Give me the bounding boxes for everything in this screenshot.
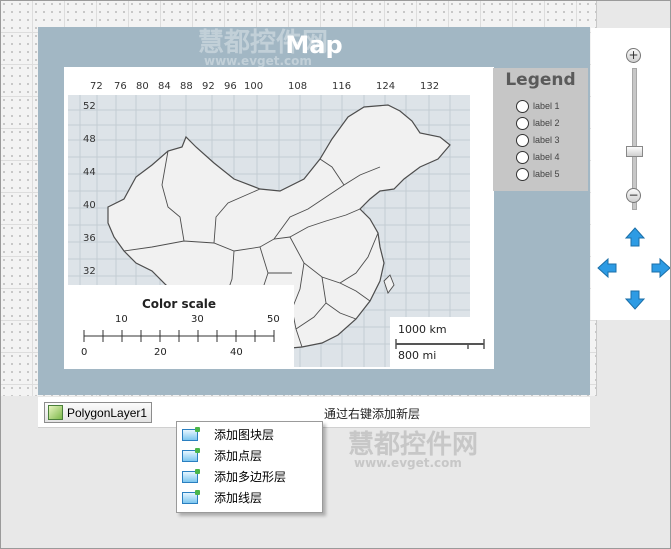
x-tick: 132: [420, 81, 440, 92]
add-layer-icon: [182, 447, 200, 462]
color-scale-tick: 30: [191, 314, 204, 325]
x-tick: 108: [288, 81, 308, 92]
menu-item-add-line-layer[interactable]: 添加线层: [177, 487, 322, 508]
y-tick: 36: [83, 233, 96, 244]
map-control[interactable]: Map 72 76 80 84 88 92 96 100 108 116 124…: [38, 27, 590, 395]
navigation-panel[interactable]: + −: [591, 28, 671, 320]
color-scale-tick: 40: [230, 347, 243, 358]
legend-item-label: label 5: [533, 169, 560, 179]
zoom-in-button[interactable]: +: [626, 48, 641, 63]
legend-item[interactable]: label 5: [516, 166, 560, 182]
y-tick: 44: [83, 167, 96, 178]
add-layer-icon: [182, 489, 200, 504]
add-layer-icon: [182, 426, 200, 441]
legend-item-label: label 1: [533, 101, 560, 111]
add-layer-icon: [182, 468, 200, 483]
x-tick: 84: [158, 81, 171, 92]
legend-item[interactable]: label 1: [516, 98, 560, 114]
zoom-out-button[interactable]: −: [626, 188, 641, 203]
pan-right-icon[interactable]: [650, 257, 671, 279]
color-scale-tick: 10: [115, 314, 128, 325]
menu-item-label: 添加多边形层: [214, 470, 287, 484]
layer-hint-text: 通过右键添加新层: [324, 407, 421, 421]
color-scale-tick: 50: [267, 314, 280, 325]
scale-bar-panel[interactable]: 1000 km 800 mi: [390, 317, 494, 369]
scale-bar-mi-label: 800 mi: [398, 349, 437, 362]
x-tick: 116: [332, 81, 352, 92]
color-scale-tick: 20: [154, 347, 167, 358]
menu-item-add-tile-layer[interactable]: 添加图块层: [177, 424, 322, 445]
y-tick: 52: [83, 101, 96, 112]
legend-marker: [516, 99, 529, 113]
legend-item[interactable]: label 4: [516, 149, 560, 165]
color-scale-bar: [83, 330, 275, 342]
menu-item-label: 添加线层: [214, 491, 263, 505]
legend-item[interactable]: label 3: [516, 132, 560, 148]
color-scale-tick: 0: [81, 347, 88, 358]
legend-title: Legend: [505, 70, 576, 90]
layer-tab-label: PolygonLayer1: [67, 405, 148, 420]
watermark-text: www.evget.com: [204, 54, 312, 68]
y-tick: 48: [83, 134, 96, 145]
legend-marker: [516, 133, 529, 147]
watermark-text: www.evget.com: [354, 456, 462, 470]
legend-marker: [516, 150, 529, 164]
layer-tab-polygonlayer1[interactable]: PolygonLayer1: [44, 402, 153, 423]
color-scale-title: Color scale: [141, 297, 217, 311]
y-tick: 32: [83, 266, 96, 277]
y-tick: 40: [83, 200, 96, 211]
color-scale-panel[interactable]: Color scale 10 30 50 0 20 40: [64, 285, 294, 369]
pan-down-icon[interactable]: [624, 289, 646, 311]
x-tick: 124: [376, 81, 396, 92]
legend-item-label: label 4: [533, 152, 560, 162]
legend-panel[interactable]: Legend label 1 label 2 label 3 label 4 l…: [493, 68, 588, 191]
x-tick: 76: [114, 81, 127, 92]
x-tick: 92: [202, 81, 215, 92]
x-tick: 72: [90, 81, 103, 92]
menu-item-label: 添加点层: [214, 449, 263, 463]
menu-item-add-point-layer[interactable]: 添加点层: [177, 445, 322, 466]
x-axis-ticks: 72 76 80 84 88 92 96 100 108 116 124 132: [64, 81, 470, 95]
legend-item-label: label 3: [533, 135, 560, 145]
legend-marker: [516, 116, 529, 130]
zoom-slider-thumb[interactable]: [626, 145, 643, 157]
menu-item-label: 添加图块层: [214, 428, 275, 442]
legend-marker: [516, 167, 529, 181]
scale-bar-km-label: 1000 km: [398, 323, 447, 336]
pan-left-icon[interactable]: [596, 257, 618, 279]
x-tick: 100: [244, 81, 264, 92]
x-tick: 80: [136, 81, 149, 92]
legend-item[interactable]: label 2: [516, 115, 560, 131]
polygon-layer-icon: [48, 405, 63, 420]
context-menu[interactable]: 添加图块层 添加点层 添加多边形层 添加线层: [176, 421, 323, 513]
x-tick: 88: [180, 81, 193, 92]
pan-up-icon[interactable]: [624, 226, 646, 248]
x-tick: 96: [224, 81, 237, 92]
menu-item-add-polygon-layer[interactable]: 添加多边形层: [177, 466, 322, 487]
legend-item-label: label 2: [533, 118, 560, 128]
